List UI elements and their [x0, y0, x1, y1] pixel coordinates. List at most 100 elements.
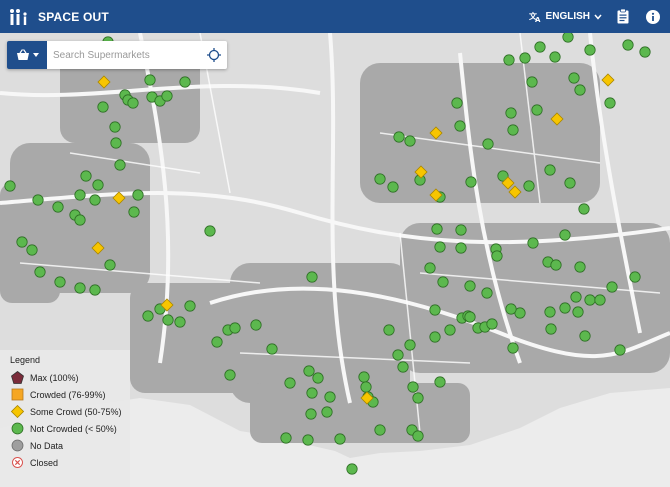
supermarket-marker-not-crowded[interactable]: [358, 371, 370, 383]
supermarket-marker-not-crowded[interactable]: [32, 194, 44, 206]
supermarket-marker-not-crowded[interactable]: [312, 372, 324, 384]
supermarket-marker-not-crowded[interactable]: [74, 189, 86, 201]
language-selector[interactable]: 文 A ENGLISH: [529, 10, 602, 23]
supermarket-marker-not-crowded[interactable]: [16, 236, 28, 248]
clipboard-button[interactable]: [614, 8, 632, 26]
supermarket-marker-not-crowded[interactable]: [491, 250, 503, 262]
supermarket-marker-not-crowded[interactable]: [562, 33, 574, 43]
supermarket-marker-not-crowded[interactable]: [639, 46, 651, 58]
supermarket-marker-not-crowded[interactable]: [629, 271, 641, 283]
supermarket-marker-not-crowded[interactable]: [578, 203, 590, 215]
supermarket-marker-not-crowded[interactable]: [434, 241, 446, 253]
supermarket-marker-not-crowded[interactable]: [52, 201, 64, 213]
supermarket-marker-not-crowded[interactable]: [584, 44, 596, 56]
supermarket-marker-not-crowded[interactable]: [579, 330, 591, 342]
supermarket-marker-not-crowded[interactable]: [527, 237, 539, 249]
supermarket-marker-not-crowded[interactable]: [549, 51, 561, 63]
supermarket-marker-not-crowded[interactable]: [412, 392, 424, 404]
supermarket-marker-not-crowded[interactable]: [392, 349, 404, 361]
supermarket-marker-not-crowded[interactable]: [204, 225, 216, 237]
supermarket-marker-not-crowded[interactable]: [280, 432, 292, 444]
supermarket-marker-not-crowded[interactable]: [184, 300, 196, 312]
supermarket-marker-not-crowded[interactable]: [507, 124, 519, 136]
supermarket-marker-not-crowded[interactable]: [161, 90, 173, 102]
locate-button[interactable]: [201, 41, 227, 69]
supermarket-marker-not-crowded[interactable]: [412, 430, 424, 442]
supermarket-marker-not-crowded[interactable]: [451, 97, 463, 109]
supermarket-marker-not-crowded[interactable]: [507, 342, 519, 354]
supermarket-marker-not-crowded[interactable]: [550, 259, 562, 271]
supermarket-marker-not-crowded[interactable]: [4, 180, 16, 192]
supermarket-marker-not-crowded[interactable]: [570, 291, 582, 303]
supermarket-marker-not-crowded[interactable]: [54, 276, 66, 288]
supermarket-marker-not-crowded[interactable]: [429, 304, 441, 316]
supermarket-marker-not-crowded[interactable]: [564, 177, 576, 189]
supermarket-marker-not-crowded[interactable]: [92, 179, 104, 191]
supermarket-marker-not-crowded[interactable]: [455, 224, 467, 236]
supermarket-marker-not-crowded[interactable]: [162, 314, 174, 326]
supermarket-marker-not-crowded[interactable]: [519, 52, 531, 64]
supermarket-marker-not-crowded[interactable]: [584, 294, 596, 306]
supermarket-marker-not-crowded[interactable]: [429, 331, 441, 343]
supermarket-marker-not-crowded[interactable]: [503, 54, 515, 66]
info-button[interactable]: [644, 8, 662, 26]
supermarket-marker-not-crowded[interactable]: [324, 391, 336, 403]
supermarket-marker-not-crowded[interactable]: [128, 206, 140, 218]
supermarket-marker-not-crowded[interactable]: [505, 107, 517, 119]
supermarket-marker-not-crowded[interactable]: [374, 424, 386, 436]
supermarket-marker-not-crowded[interactable]: [374, 173, 386, 185]
supermarket-marker-not-crowded[interactable]: [142, 310, 154, 322]
supermarket-marker-not-crowded[interactable]: [284, 377, 296, 389]
supermarket-marker-not-crowded[interactable]: [179, 76, 191, 88]
supermarket-marker-not-crowded[interactable]: [574, 261, 586, 273]
supermarket-marker-not-crowded[interactable]: [465, 176, 477, 188]
supermarket-marker-not-crowded[interactable]: [437, 276, 449, 288]
supermarket-marker-not-crowded[interactable]: [505, 303, 517, 315]
store-type-button[interactable]: [7, 41, 47, 69]
supermarket-marker-not-crowded[interactable]: [622, 39, 634, 51]
supermarket-marker-not-crowded[interactable]: [534, 41, 546, 53]
supermarket-marker-not-crowded[interactable]: [526, 76, 538, 88]
supermarket-marker-not-crowded[interactable]: [303, 365, 315, 377]
supermarket-marker-not-crowded[interactable]: [266, 343, 278, 355]
supermarket-marker-not-crowded[interactable]: [229, 322, 241, 334]
supermarket-marker-not-crowded[interactable]: [74, 282, 86, 294]
supermarket-marker-not-crowded[interactable]: [211, 336, 223, 348]
supermarket-marker-not-crowded[interactable]: [404, 135, 416, 147]
supermarket-marker-not-crowded[interactable]: [114, 159, 126, 171]
supermarket-marker-not-crowded[interactable]: [424, 262, 436, 274]
supermarket-marker-not-crowded[interactable]: [614, 344, 626, 356]
supermarket-marker-not-crowded[interactable]: [594, 294, 606, 306]
supermarket-marker-not-crowded[interactable]: [34, 266, 46, 278]
supermarket-marker-not-crowded[interactable]: [482, 138, 494, 150]
supermarket-marker-not-crowded[interactable]: [250, 319, 262, 331]
supermarket-marker-not-crowded[interactable]: [559, 302, 571, 314]
search-input[interactable]: [47, 43, 201, 67]
supermarket-marker-not-crowded[interactable]: [360, 381, 372, 393]
supermarket-marker-not-crowded[interactable]: [334, 433, 346, 445]
supermarket-marker-not-crowded[interactable]: [559, 229, 571, 241]
supermarket-marker-not-crowded[interactable]: [431, 223, 443, 235]
supermarket-marker-not-crowded[interactable]: [464, 311, 476, 323]
supermarket-marker-not-crowded[interactable]: [224, 369, 236, 381]
supermarket-marker-not-crowded[interactable]: [464, 280, 476, 292]
supermarket-marker-not-crowded[interactable]: [26, 244, 38, 256]
supermarket-marker-not-crowded[interactable]: [397, 361, 409, 373]
supermarket-marker-not-crowded[interactable]: [80, 170, 92, 182]
supermarket-marker-not-crowded[interactable]: [387, 181, 399, 193]
supermarket-marker-not-crowded[interactable]: [407, 381, 419, 393]
supermarket-marker-not-crowded[interactable]: [302, 434, 314, 446]
supermarket-marker-not-crowded[interactable]: [144, 74, 156, 86]
supermarket-marker-not-crowded[interactable]: [346, 463, 358, 475]
supermarket-marker-not-crowded[interactable]: [568, 72, 580, 84]
supermarket-marker-not-crowded[interactable]: [606, 281, 618, 293]
supermarket-marker-not-crowded[interactable]: [127, 97, 139, 109]
supermarket-marker-not-crowded[interactable]: [321, 406, 333, 418]
supermarket-marker-not-crowded[interactable]: [104, 259, 116, 271]
supermarket-marker-not-crowded[interactable]: [132, 189, 144, 201]
supermarket-marker-not-crowded[interactable]: [444, 324, 456, 336]
supermarket-marker-not-crowded[interactable]: [481, 287, 493, 299]
supermarket-marker-not-crowded[interactable]: [545, 323, 557, 335]
supermarket-marker-not-crowded[interactable]: [97, 101, 109, 113]
supermarket-marker-not-crowded[interactable]: [393, 131, 405, 143]
